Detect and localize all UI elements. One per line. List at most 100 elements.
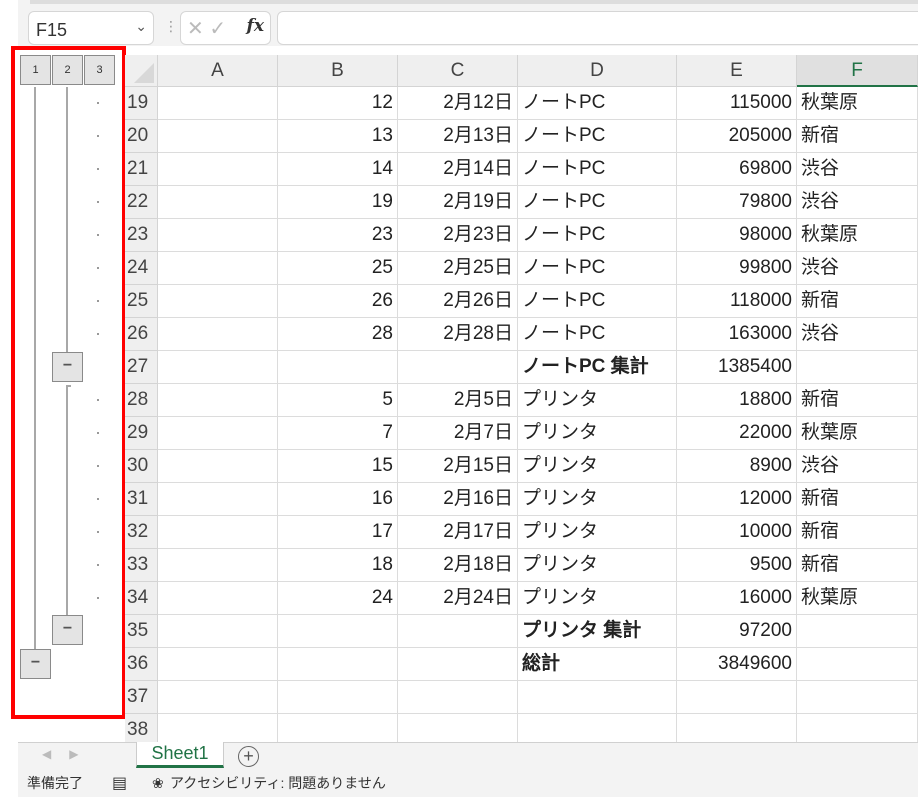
cell-c33[interactable]: 2月18日 (398, 549, 518, 582)
cell-b29[interactable]: 7 (278, 417, 398, 450)
cell-a22[interactable] (158, 186, 278, 219)
cell-a23[interactable] (158, 219, 278, 252)
macro-record-icon[interactable]: ▤ (112, 770, 127, 797)
cell-c29[interactable]: 2月7日 (398, 417, 518, 450)
cell-f21[interactable]: 渋谷 (797, 153, 918, 186)
cell-a20[interactable] (158, 120, 278, 153)
chevron-down-icon[interactable]: ⌄ (135, 18, 147, 35)
cell-b24[interactable]: 25 (278, 252, 398, 285)
cell-b21[interactable]: 14 (278, 153, 398, 186)
cell-e32[interactable]: 10000 (677, 516, 797, 549)
cell-b25[interactable]: 26 (278, 285, 398, 318)
cell-c36[interactable] (398, 648, 518, 681)
cell-c22[interactable]: 2月19日 (398, 186, 518, 219)
cell-d33[interactable]: プリンタ (518, 549, 677, 582)
drag-handle-icon[interactable]: ⋮ (164, 18, 178, 35)
column-header-b[interactable]: B (278, 55, 398, 87)
row-header[interactable]: 32 (125, 516, 158, 549)
row-header[interactable]: 31 (125, 483, 158, 516)
cell-e37[interactable] (677, 681, 797, 714)
column-header-d[interactable]: D (518, 55, 677, 87)
cell-c32[interactable]: 2月17日 (398, 516, 518, 549)
row-header[interactable]: 36 (125, 648, 158, 681)
column-header-c[interactable]: C (398, 55, 518, 87)
cell-f20[interactable]: 新宿 (797, 120, 918, 153)
row-header[interactable]: 26 (125, 318, 158, 351)
cell-c34[interactable]: 2月24日 (398, 582, 518, 615)
row-header[interactable]: 33 (125, 549, 158, 582)
cell-a21[interactable] (158, 153, 278, 186)
cell-e27[interactable]: 1385400 (677, 351, 797, 384)
cell-f29[interactable]: 秋葉原 (797, 417, 918, 450)
cell-f28[interactable]: 新宿 (797, 384, 918, 417)
cell-b19[interactable]: 12 (278, 87, 398, 120)
cell-b28[interactable]: 5 (278, 384, 398, 417)
cell-f34[interactable]: 秋葉原 (797, 582, 918, 615)
cell-f22[interactable]: 渋谷 (797, 186, 918, 219)
cell-d27[interactable]: ノートPC 集計 (518, 351, 677, 384)
cell-b31[interactable]: 16 (278, 483, 398, 516)
cell-b33[interactable]: 18 (278, 549, 398, 582)
cell-b30[interactable]: 15 (278, 450, 398, 483)
cell-e34[interactable]: 16000 (677, 582, 797, 615)
sheet-tab-sheet1[interactable]: Sheet1 (136, 742, 224, 768)
column-header-e[interactable]: E (677, 55, 797, 87)
cell-d23[interactable]: ノートPC (518, 219, 677, 252)
cell-a33[interactable] (158, 549, 278, 582)
cell-d32[interactable]: プリンタ (518, 516, 677, 549)
cell-a36[interactable] (158, 648, 278, 681)
cell-c31[interactable]: 2月16日 (398, 483, 518, 516)
cell-c20[interactable]: 2月13日 (398, 120, 518, 153)
cell-d30[interactable]: プリンタ (518, 450, 677, 483)
cell-e23[interactable]: 98000 (677, 219, 797, 252)
accessibility-icon[interactable]: ❀ (152, 770, 164, 797)
cell-b36[interactable] (278, 648, 398, 681)
cell-a28[interactable] (158, 384, 278, 417)
cell-f35[interactable] (797, 615, 918, 648)
column-header-f[interactable]: F (797, 55, 918, 87)
cell-f23[interactable]: 秋葉原 (797, 219, 918, 252)
row-header[interactable]: 30 (125, 450, 158, 483)
cell-f37[interactable] (797, 681, 918, 714)
cell-d28[interactable]: プリンタ (518, 384, 677, 417)
cancel-icon[interactable]: ✕ (187, 18, 204, 40)
row-header[interactable]: 37 (125, 681, 158, 714)
cell-a37[interactable] (158, 681, 278, 714)
cell-f32[interactable]: 新宿 (797, 516, 918, 549)
cell-f30[interactable]: 渋谷 (797, 450, 918, 483)
cell-d35[interactable]: プリンタ 集計 (518, 615, 677, 648)
sheet-scroll-arrows-icon[interactable]: ◀▶ (42, 747, 96, 761)
cell-d22[interactable]: ノートPC (518, 186, 677, 219)
cell-c19[interactable]: 2月12日 (398, 87, 518, 120)
cell-d31[interactable]: プリンタ (518, 483, 677, 516)
cell-b22[interactable]: 19 (278, 186, 398, 219)
cell-c24[interactable]: 2月25日 (398, 252, 518, 285)
cell-f27[interactable] (797, 351, 918, 384)
cell-e21[interactable]: 69800 (677, 153, 797, 186)
cell-b32[interactable]: 17 (278, 516, 398, 549)
row-header[interactable]: 20 (125, 120, 158, 153)
cell-a27[interactable] (158, 351, 278, 384)
cell-d29[interactable]: プリンタ (518, 417, 677, 450)
cell-e33[interactable]: 9500 (677, 549, 797, 582)
enter-check-icon[interactable]: ✓ (209, 18, 226, 40)
insert-function-button[interactable]: fx (247, 16, 264, 36)
cell-b26[interactable]: 28 (278, 318, 398, 351)
cell-c23[interactable]: 2月23日 (398, 219, 518, 252)
cell-f19[interactable]: 秋葉原 (797, 87, 918, 120)
cell-d24[interactable]: ノートPC (518, 252, 677, 285)
cell-a30[interactable] (158, 450, 278, 483)
cell-e26[interactable]: 163000 (677, 318, 797, 351)
name-box[interactable]: F15 ⌄ (28, 11, 154, 45)
cell-e29[interactable]: 22000 (677, 417, 797, 450)
row-header[interactable]: 29 (125, 417, 158, 450)
cell-e19[interactable]: 115000 (677, 87, 797, 120)
row-header[interactable]: 22 (125, 186, 158, 219)
row-header[interactable]: 35 (125, 615, 158, 648)
cell-d37[interactable] (518, 681, 677, 714)
column-header-a[interactable]: A (158, 55, 278, 87)
formula-input[interactable] (277, 11, 918, 45)
row-header[interactable]: 27 (125, 351, 158, 384)
add-sheet-icon[interactable]: + (238, 746, 259, 767)
cell-c28[interactable]: 2月5日 (398, 384, 518, 417)
